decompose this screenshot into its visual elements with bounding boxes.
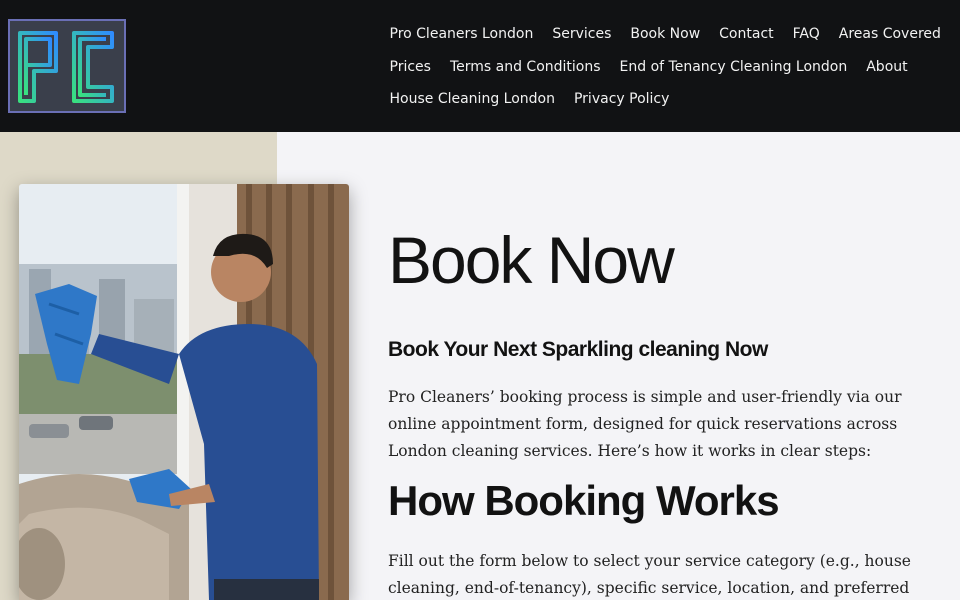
nav-row: Prices Terms and Conditions End of Tenan…	[380, 51, 940, 84]
nav-item-house-cleaning[interactable]: House Cleaning London	[380, 91, 564, 107]
nav-item-services[interactable]: Services	[543, 26, 621, 42]
hero-photo	[19, 184, 349, 600]
section-heading: How Booking Works	[388, 477, 780, 524]
nav-item-faq[interactable]: FAQ	[783, 26, 829, 42]
page-subtitle: Book Your Next Sparkling cleaning Now	[388, 338, 768, 361]
section-paragraph: Fill out the form below to select your s…	[388, 552, 911, 597]
cleaner-photo-illustration	[19, 184, 349, 600]
site-header: Pro Cleaners London Services Book Now Co…	[0, 0, 960, 132]
nav-item-prices[interactable]: Prices	[380, 59, 440, 75]
nav-item-areas-covered[interactable]: Areas Covered	[829, 26, 950, 42]
nav-item-pro-cleaners-london[interactable]: Pro Cleaners London	[380, 26, 543, 42]
nav-item-terms[interactable]: Terms and Conditions	[440, 59, 610, 75]
nav-row: Pro Cleaners London Services Book Now Co…	[380, 18, 941, 51]
nav-item-end-of-tenancy[interactable]: End of Tenancy Cleaning London	[610, 59, 857, 75]
page-title: Book Now	[388, 223, 675, 297]
nav-row: House Cleaning London Privacy Policy	[380, 83, 940, 116]
pc-logo-icon	[18, 31, 114, 103]
nav-item-contact[interactable]: Contact	[710, 26, 783, 42]
nav-item-about[interactable]: About	[857, 59, 917, 75]
intro-paragraph: Pro Cleaners’ booking process is simple …	[388, 388, 902, 460]
site-logo[interactable]	[8, 19, 126, 113]
nav-item-book-now[interactable]: Book Now	[621, 26, 710, 42]
nav-item-privacy-policy[interactable]: Privacy Policy	[564, 91, 678, 107]
main-nav: Pro Cleaners London Services Book Now Co…	[380, 18, 941, 116]
